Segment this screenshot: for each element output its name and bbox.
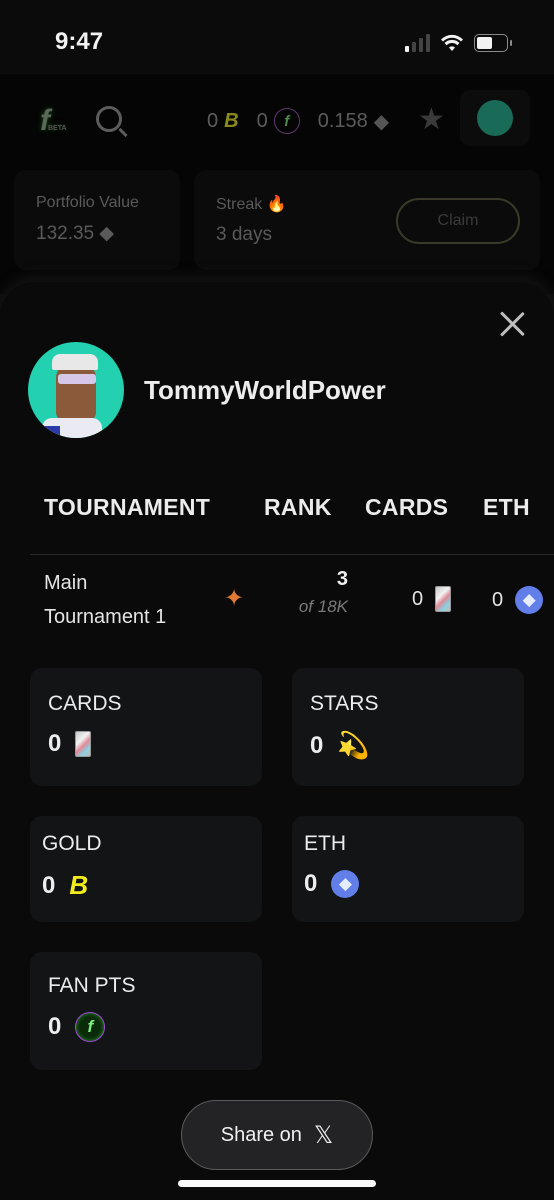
fan-points-icon: f xyxy=(273,108,300,134)
stat-value: 0 xyxy=(304,870,318,897)
column-cards: CARDS xyxy=(365,494,449,520)
dizzy-star-icon: 💫 xyxy=(337,730,370,760)
battery-icon xyxy=(474,34,512,52)
portfolio-label: Portfolio Value xyxy=(36,194,139,211)
portfolio-value: 132.35 ◆ xyxy=(36,223,115,244)
tournament-name: Main Tournament 1 xyxy=(44,572,167,628)
eth-icon: ◆ xyxy=(94,223,115,244)
share-label: Share on xyxy=(220,1123,302,1146)
stat-gold: GOLD 0B xyxy=(30,816,262,922)
claim-button[interactable]: Claim xyxy=(396,198,520,244)
home-indicator xyxy=(178,1180,376,1187)
gold-coin-icon: B xyxy=(69,870,88,900)
stat-cards: CARDS 0 xyxy=(30,668,262,786)
stat-stars: STARS 0 💫 xyxy=(292,668,524,786)
fire-icon: 🔥 xyxy=(266,196,287,213)
stat-value: 0 xyxy=(310,731,324,759)
streak-card: Streak 🔥 3 days Claim xyxy=(194,170,540,270)
eth-icon: ◆ xyxy=(331,870,360,898)
username: TommyWorldPower xyxy=(144,374,386,405)
profile-header: TommyWorldPower xyxy=(28,342,386,438)
portfolio-card: Portfolio Value 132.35 ◆ xyxy=(14,170,180,270)
beta-badge: BETA xyxy=(48,125,67,132)
sparkle-icon: ✦ xyxy=(224,585,245,612)
rank-cell: 3 of 18K xyxy=(274,568,348,617)
stat-fan-points: FAN PTS 0f xyxy=(30,952,262,1070)
balances-bar: 0 B 0 f 0.158 ◆ xyxy=(207,108,389,134)
stat-value: 0 xyxy=(48,730,62,757)
rank-total: of 18K xyxy=(298,597,348,616)
profile-sheet: TommyWorldPower TOURNAMENT RANK CARDS ET… xyxy=(0,282,554,1200)
stat-eth: ETH 0 ◆ xyxy=(292,816,524,922)
stat-label: GOLD xyxy=(42,832,102,855)
x-logo-icon: 𝕏 xyxy=(313,1121,334,1149)
profile-avatar-button[interactable] xyxy=(460,90,530,146)
app-topbar: fBETA 0 B 0 f 0.158 ◆ ★ xyxy=(0,88,554,148)
card-pack-icon xyxy=(75,731,92,757)
stat-label: FAN PTS xyxy=(48,974,136,997)
share-on-x-button[interactable]: Share on 𝕏 xyxy=(181,1100,373,1170)
column-eth: ETH xyxy=(483,494,530,520)
table-header: TOURNAMENT RANK CARDS ETH xyxy=(44,494,530,521)
fan-points-icon: f xyxy=(75,1012,106,1042)
column-tournament: TOURNAMENT xyxy=(44,494,211,520)
fan-points-balance: 0 xyxy=(256,109,268,132)
status-time: 9:47 xyxy=(55,28,104,55)
wifi-icon xyxy=(441,34,463,51)
close-icon[interactable] xyxy=(498,310,526,338)
star-icon[interactable]: ★ xyxy=(418,102,445,137)
eth-cell: 0 ◆ xyxy=(492,586,544,614)
gold-coin-icon: B xyxy=(224,109,239,132)
avatar xyxy=(28,342,124,438)
cellular-signal-icon xyxy=(405,34,430,52)
column-rank: RANK xyxy=(264,494,332,520)
app-logo[interactable]: fBETA xyxy=(40,104,67,138)
table-row[interactable]: Main Tournament 1 ✦ 3 of 18K 0 0 ◆ xyxy=(44,566,554,630)
rank-value: 3 xyxy=(336,568,348,590)
eth-icon: ◆ xyxy=(515,586,544,614)
stat-value: 0 xyxy=(48,1013,62,1040)
card-pack-icon xyxy=(435,586,452,612)
eth-icon: ◆ xyxy=(373,110,390,133)
background-app: fBETA 0 B 0 f 0.158 ◆ ★ Portfolio Value … xyxy=(0,74,554,294)
status-bar: 9:47 xyxy=(0,0,554,74)
divider xyxy=(30,554,554,555)
eth-balance: 0.158 xyxy=(317,109,368,132)
search-icon[interactable] xyxy=(96,106,122,132)
stat-label: CARDS xyxy=(48,692,122,715)
summary-cards: Portfolio Value 132.35 ◆ Streak 🔥 3 days… xyxy=(14,170,540,270)
gold-balance: 0 xyxy=(207,109,219,132)
avatar xyxy=(477,100,513,136)
status-icons xyxy=(405,34,512,52)
stat-label: STARS xyxy=(310,692,379,715)
cards-cell: 0 xyxy=(412,586,452,612)
stat-value: 0 xyxy=(42,871,56,899)
stat-label: ETH xyxy=(304,832,346,855)
